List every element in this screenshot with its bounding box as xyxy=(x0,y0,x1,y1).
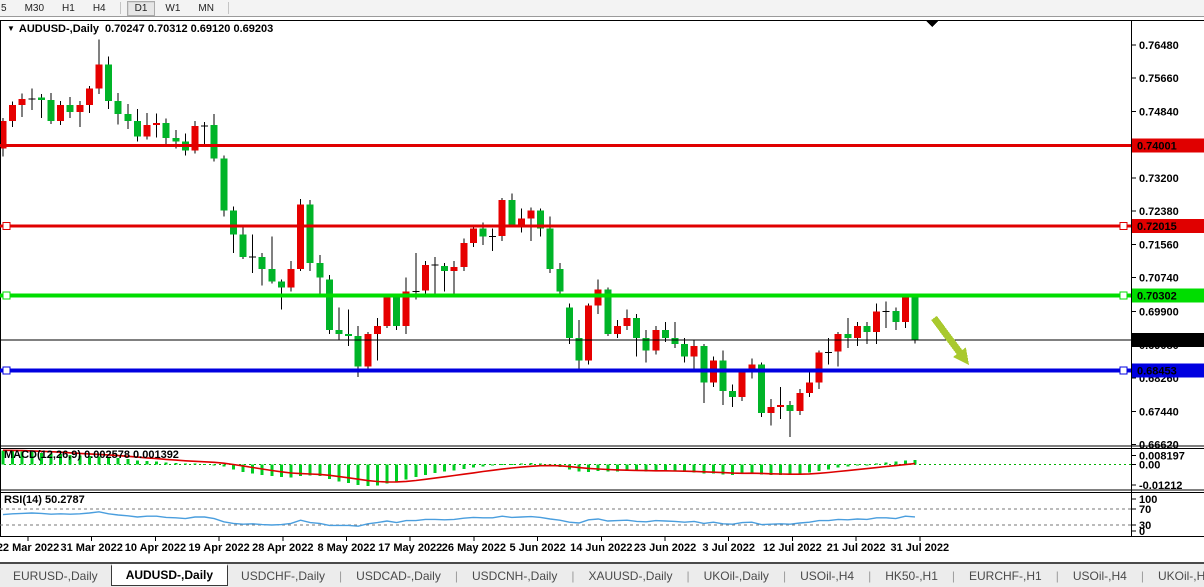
price-tick: 0.67440 xyxy=(1139,406,1179,418)
macd-axis-label: 0.00 xyxy=(1139,460,1160,472)
chart-tab-USDCAD-Daily[interactable]: USDCAD-,Daily xyxy=(343,566,454,586)
chart-tab-AUDUSD-Daily[interactable]: AUDUSD-,Daily xyxy=(111,564,228,586)
period-toolbar: 5M30H1H4 D1W1MN xyxy=(0,0,1204,17)
date-tick[interactable]: 26 May 2022 xyxy=(442,542,506,554)
chart-tab-USDCHF-Daily[interactable]: USDCHF-,Daily xyxy=(228,566,338,586)
hline-price-label: 0.70302 xyxy=(1137,290,1177,302)
down-arrow-annotation[interactable] xyxy=(934,318,969,365)
line-handle[interactable] xyxy=(1120,222,1127,229)
hline-0.68453[interactable]: 0.68453 xyxy=(0,363,1204,377)
period-button-D1[interactable]: D1 xyxy=(127,1,156,16)
period-button-W1[interactable]: W1 xyxy=(157,1,188,16)
chart-tab-USDCNH-Daily[interactable]: USDCNH-,Daily xyxy=(459,566,570,586)
hline-price-label: 0.72015 xyxy=(1137,221,1177,233)
date-tick[interactable]: 19 Apr 2022 xyxy=(188,542,249,554)
tab-separator: | xyxy=(455,569,458,583)
period-button-H4[interactable]: H4 xyxy=(85,1,114,16)
price-tick: 0.69900 xyxy=(1139,307,1179,319)
tab-separator: | xyxy=(339,569,342,583)
hline-price-label: 0.68453 xyxy=(1137,365,1177,377)
price-tick: 0.76480 xyxy=(1139,40,1179,52)
date-tick[interactable]: 14 Jun 2022 xyxy=(570,542,632,554)
chart-ohlc-values: 0.70247 0.70312 0.69120 0.69203 xyxy=(105,23,273,35)
chart-tab-bar: EURUSD-,DailyAUDUSD-,DailyUSDCHF-,Daily|… xyxy=(0,562,1204,587)
period-button-5[interactable]: 5 xyxy=(0,1,15,16)
date-tick[interactable]: 5 Jun 2022 xyxy=(509,542,565,554)
line-handle[interactable] xyxy=(1120,292,1127,299)
chart-tab-EURUSD-Daily[interactable]: EURUSD-,Daily xyxy=(0,566,111,586)
chart-tab-HK50-H1[interactable]: HK50-,H1 xyxy=(872,566,951,586)
tab-separator: | xyxy=(571,569,574,583)
line-handle[interactable] xyxy=(1120,367,1127,374)
rsi-line xyxy=(3,512,915,526)
hline-0.70302[interactable]: 0.70302 xyxy=(0,288,1204,302)
macd-name: MACD(12,26,9) xyxy=(4,449,81,461)
collapse-triangle-icon[interactable]: ▼ xyxy=(7,24,15,33)
rsi-axis-label: 0 xyxy=(1139,526,1145,538)
macd-main-value: 0.002578 xyxy=(84,449,130,461)
mt4-window: 5M30H1H4 D1W1MN 0.76480 0.75660 0.74840 0.73… xyxy=(0,0,1204,587)
price-tick: 0.71560 xyxy=(1139,239,1179,251)
toolbar-separator xyxy=(120,2,121,14)
line-handle[interactable] xyxy=(3,292,10,299)
chart-tab-EURCHF-H1[interactable]: EURCHF-,H1 xyxy=(956,566,1055,586)
price-tick: 0.75660 xyxy=(1139,73,1179,85)
chart-tab-USOil-H4[interactable]: USOil-,H4 xyxy=(787,566,867,586)
price-tick: 0.70740 xyxy=(1139,273,1179,285)
chart-symbol: AUDUSD-,Daily xyxy=(19,23,99,35)
date-tick[interactable]: 28 Apr 2022 xyxy=(252,542,313,554)
date-tick[interactable]: 31 Jul 2022 xyxy=(890,542,949,554)
macd-indicator-label: MACD(12,26,9) 0.002578 0.001392 xyxy=(4,449,179,461)
period-button-M30[interactable]: M30 xyxy=(17,1,52,16)
chart-tab-UKOil-Daily[interactable]: UKOil-,Daily xyxy=(691,566,782,586)
hline-price-label: 0.74001 xyxy=(1137,140,1177,152)
price-tick: 0.73200 xyxy=(1139,173,1179,185)
toolbar-separator xyxy=(228,2,229,14)
period-button-MN[interactable]: MN xyxy=(190,1,222,16)
period-button-H1[interactable]: H1 xyxy=(54,1,83,16)
date-tick[interactable]: 21 Jul 2022 xyxy=(827,542,886,554)
tab-separator: | xyxy=(952,569,955,583)
hline-0.74001[interactable]: 0.74001 xyxy=(0,138,1204,152)
line-handle[interactable] xyxy=(3,367,10,374)
date-tick[interactable]: 8 May 2022 xyxy=(317,542,375,554)
chart-tab-XAUUSD-Daily[interactable]: XAUUSD-,Daily xyxy=(575,566,685,586)
tab-separator: | xyxy=(1141,569,1144,583)
date-tick[interactable]: 31 Mar 2022 xyxy=(61,542,123,554)
tab-separator: | xyxy=(686,569,689,583)
candles[interactable] xyxy=(0,40,919,437)
date-tick[interactable]: 23 Jun 2022 xyxy=(634,542,696,554)
tab-separator: | xyxy=(783,569,786,583)
chart-tab-UKOil-H4[interactable]: UKOil-,H4 xyxy=(1145,566,1204,586)
chart-shift-marker-icon[interactable] xyxy=(926,21,938,27)
chart-title: ▼ AUDUSD-,Daily 0.70247 0.70312 0.69120 0.… xyxy=(7,23,273,35)
bid-price-label: 0.69203 xyxy=(1137,335,1177,347)
hline-0.72015[interactable]: 0.72015 xyxy=(0,219,1204,233)
rsi-indicator-label: RSI(14) 50.2787 xyxy=(4,494,85,506)
price-tick: 0.74840 xyxy=(1139,106,1179,118)
rsi-value: 50.2787 xyxy=(45,494,85,506)
rsi-axis-label: 70 xyxy=(1139,504,1151,516)
tab-separator: | xyxy=(1056,569,1059,583)
date-tick[interactable]: 17 May 2022 xyxy=(378,542,442,554)
rsi-name: RSI(14) xyxy=(4,494,42,506)
date-tick[interactable]: 3 Jul 2022 xyxy=(702,542,755,554)
macd-signal-value: 0.001392 xyxy=(133,449,179,461)
price-tick: 0.72380 xyxy=(1139,206,1179,218)
macd-axis-label: -0.01212 xyxy=(1139,480,1182,492)
tab-separator: | xyxy=(868,569,871,583)
date-tick[interactable]: 12 Jul 2022 xyxy=(763,542,822,554)
date-tick[interactable]: 10 Apr 2022 xyxy=(125,542,186,554)
line-handle[interactable] xyxy=(3,222,10,229)
date-tick[interactable]: 22 Mar 2022 xyxy=(0,542,59,554)
chart-tab-USOil-H4[interactable]: USOil-,H4 xyxy=(1060,566,1140,586)
chart-canvas[interactable]: 0.76480 0.75660 0.74840 0.73200 0.72380 0.715… xyxy=(0,0,1204,567)
